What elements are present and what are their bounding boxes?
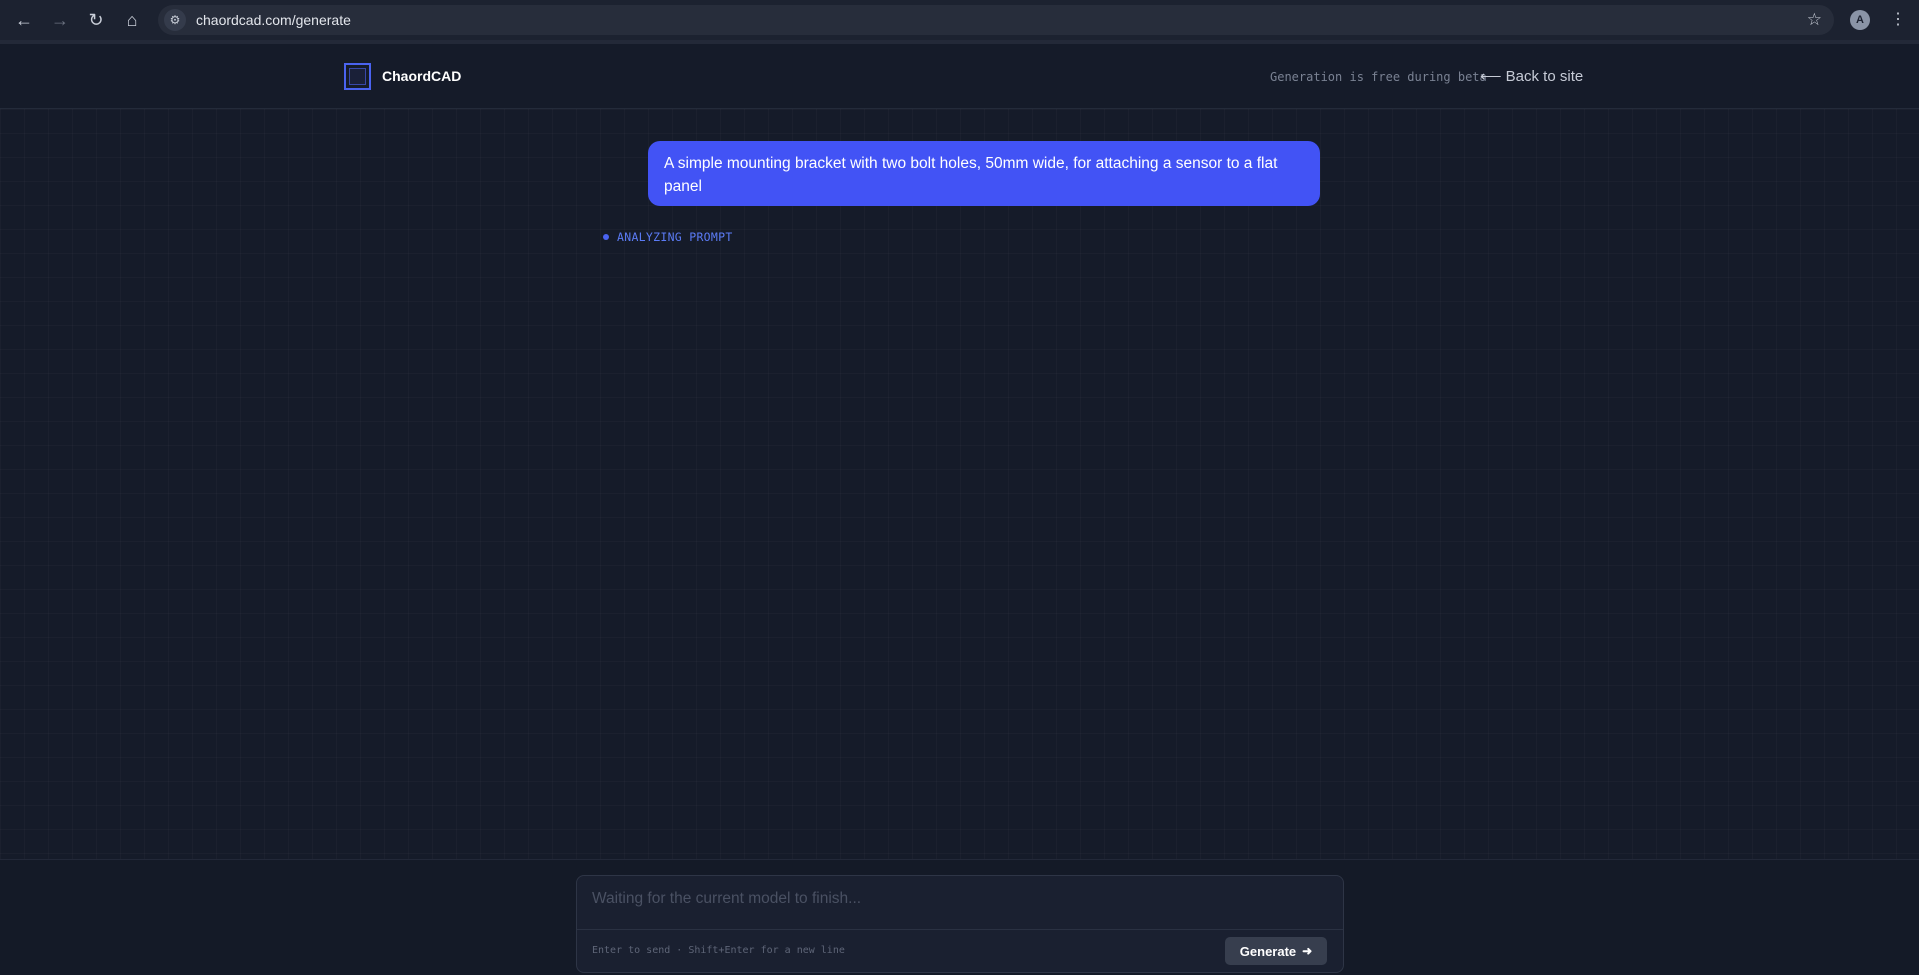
forward-arrow-icon[interactable]: → (48, 8, 72, 32)
app-header: ChaordCAD Generation is free during beta… (0, 44, 1919, 109)
back-to-site-link[interactable]: ⟵ Back to site (1480, 67, 1583, 85)
browser-menu-icon[interactable]: ⋮ (1890, 8, 1906, 32)
bookmark-star-icon[interactable]: ☆ (1807, 10, 1822, 30)
profile-avatar[interactable]: A (1850, 10, 1870, 30)
chat-workspace (0, 109, 1919, 859)
beta-note: Generation is free during beta (1270, 70, 1487, 84)
site-settings-icon[interactable]: ⚙ (164, 9, 186, 31)
reload-icon[interactable]: ↻ (84, 8, 108, 32)
logo-icon[interactable] (344, 63, 371, 90)
status-dot-icon (603, 234, 609, 240)
user-message-bubble: A simple mounting bracket with two bolt … (648, 141, 1320, 206)
status-indicator: ANALYZING PROMPT (603, 230, 733, 244)
prompt-composer: Waiting for the current model to finish.… (576, 875, 1344, 973)
home-icon[interactable]: ⌂ (120, 8, 144, 32)
url-text[interactable]: chaordcad.com/generate (196, 12, 351, 28)
browser-toolbar: ← → ↻ ⌂ ⚙ chaordcad.com/generate ☆ A ⋮ (0, 0, 1919, 40)
back-arrow-icon[interactable]: ← (12, 8, 36, 32)
status-label: ANALYZING PROMPT (617, 230, 733, 244)
address-bar[interactable]: ⚙ chaordcad.com/generate ☆ (158, 5, 1834, 35)
brand-name[interactable]: ChaordCAD (382, 68, 461, 84)
prompt-input[interactable]: Waiting for the current model to finish.… (577, 876, 1343, 930)
composer-area: Waiting for the current model to finish.… (0, 859, 1919, 975)
keyboard-hint: Enter to send · Shift+Enter for a new li… (592, 945, 845, 956)
generate-button[interactable]: Generate ➜ (1225, 937, 1327, 965)
generate-button-label: Generate (1239, 943, 1297, 959)
arrow-right-icon: ➜ (1302, 944, 1313, 958)
